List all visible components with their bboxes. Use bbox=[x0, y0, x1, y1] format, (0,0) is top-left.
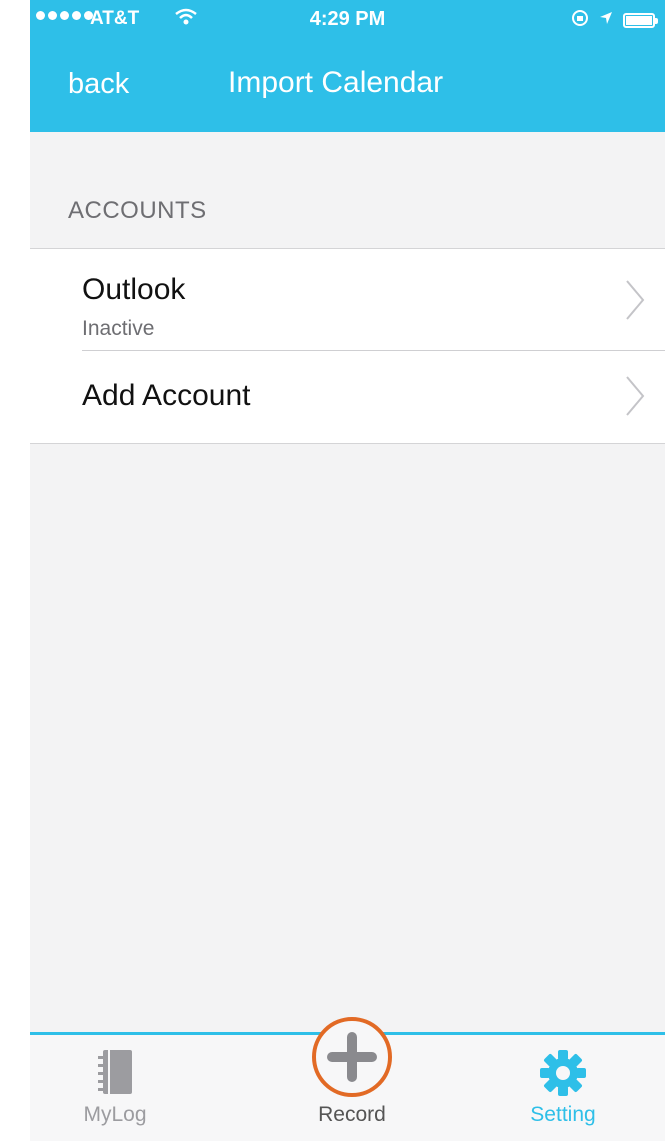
tab-label: MyLog bbox=[83, 1103, 147, 1126]
back-button[interactable]: back bbox=[68, 68, 129, 101]
tab-record[interactable]: Record bbox=[292, 1017, 412, 1141]
orientation-lock-icon bbox=[571, 9, 589, 32]
account-title: Outlook bbox=[82, 273, 186, 306]
section-header-accounts: ACCOUNTS bbox=[68, 197, 207, 224]
tab-bar: MyLog Record Setting bbox=[30, 1017, 665, 1141]
gear-icon bbox=[540, 1050, 586, 1096]
tab-label: Setting bbox=[530, 1103, 596, 1126]
add-account-row[interactable]: Add Account bbox=[30, 351, 665, 443]
app-screen: AT&T 4:29 PM back Import Calendar ACCOUN… bbox=[30, 0, 665, 1141]
status-bar: AT&T 4:29 PM bbox=[30, 0, 665, 40]
tab-setting[interactable]: Setting bbox=[508, 1035, 618, 1141]
chevron-right-icon bbox=[626, 280, 645, 320]
status-indicators bbox=[571, 9, 658, 32]
notebook-icon bbox=[98, 1050, 132, 1094]
accounts-list: Outlook Inactive Add Account bbox=[30, 248, 665, 444]
page-title: Import Calendar bbox=[228, 66, 444, 99]
tab-mylog[interactable]: MyLog bbox=[60, 1035, 170, 1141]
plus-circle-icon bbox=[312, 1017, 392, 1097]
tab-label: Record bbox=[318, 1103, 386, 1126]
status-time: 4:29 PM bbox=[309, 8, 386, 30]
location-arrow-icon bbox=[599, 11, 613, 30]
battery-icon bbox=[623, 13, 658, 28]
navigation-header: AT&T 4:29 PM back Import Calendar bbox=[30, 0, 665, 132]
account-status: Inactive bbox=[82, 317, 155, 340]
chevron-right-icon bbox=[626, 376, 645, 416]
add-account-label: Add Account bbox=[82, 379, 251, 412]
account-row-outlook[interactable]: Outlook Inactive bbox=[30, 249, 665, 351]
